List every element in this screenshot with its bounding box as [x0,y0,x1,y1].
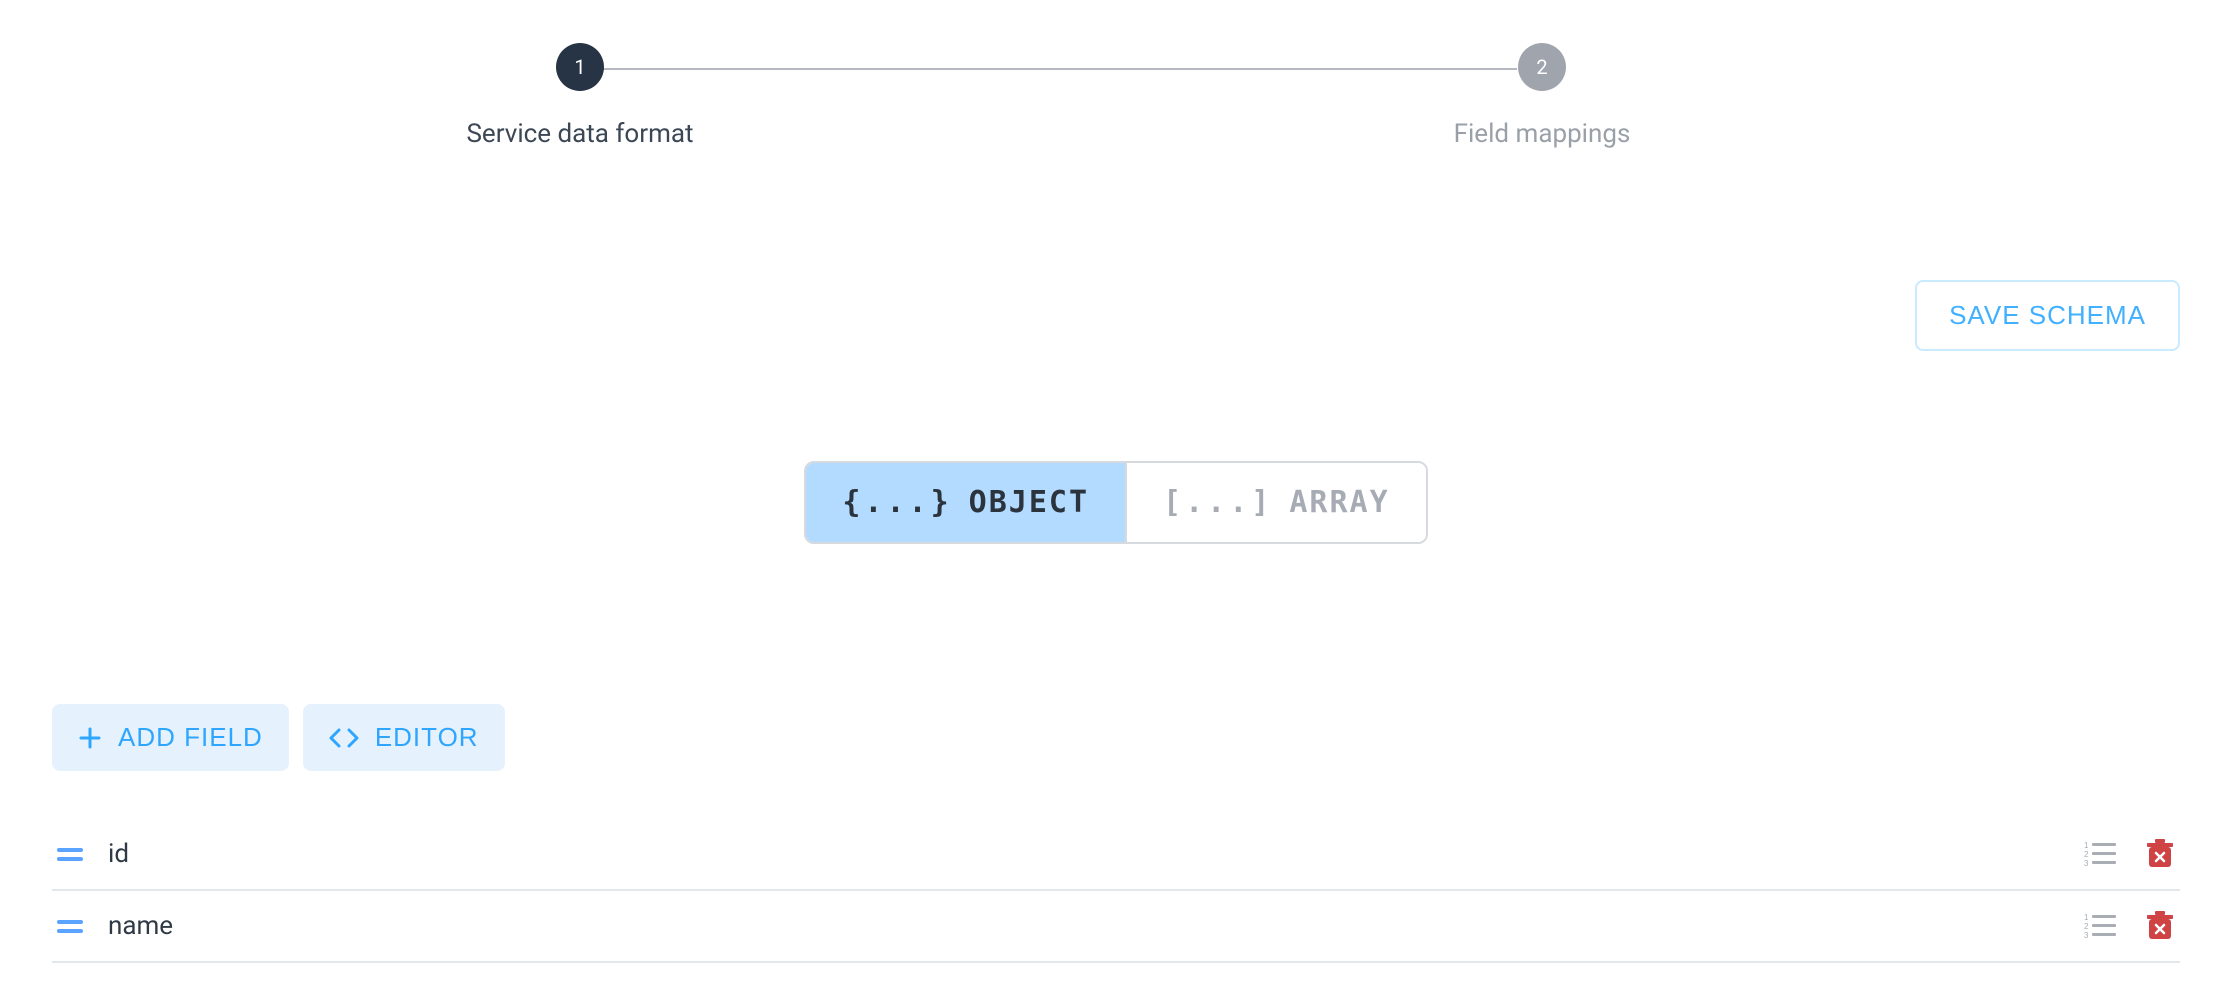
list-icon[interactable]: 1 2 3 [2084,912,2118,940]
delete-icon[interactable] [2146,839,2174,869]
code-icon [329,726,359,750]
step-2[interactable]: 2 Field mappings [1352,43,1732,149]
svg-text:3: 3 [2084,859,2089,868]
drag-handle-icon[interactable] [56,920,84,933]
field-list: id 1 2 3 [0,819,2232,963]
type-toggle-group: {...} OBJECT [...] ARRAY [804,461,1427,544]
braces-icon: {...} [842,485,952,520]
svg-text:1: 1 [2084,841,2089,850]
list-icon[interactable]: 1 2 3 [2084,840,2118,868]
step-1-circle: 1 [556,43,604,91]
svg-text:1: 1 [2084,913,2089,922]
svg-text:3: 3 [2084,931,2089,940]
step-1[interactable]: 1 Service data format [390,43,770,149]
field-name[interactable]: id [108,839,2084,869]
brackets-icon: [...] [1163,485,1273,520]
step-2-label: Field mappings [1454,119,1631,149]
field-name[interactable]: name [108,911,2084,941]
save-schema-button[interactable]: SAVE SCHEMA [1915,280,2180,351]
field-row: id 1 2 3 [52,819,2180,891]
type-toggle-array-label: ARRAY [1289,485,1389,520]
add-field-button[interactable]: ADD FIELD [52,704,289,771]
step-1-label: Service data format [466,119,693,149]
editor-button[interactable]: EDITOR [303,704,505,771]
svg-text:2: 2 [2084,850,2089,859]
plus-icon [78,726,102,750]
editor-label: EDITOR [375,722,479,753]
stepper: 1 Service data format 2 Field mappings [0,0,2232,200]
step-2-circle: 2 [1518,43,1566,91]
drag-handle-icon[interactable] [56,848,84,861]
field-row: name 1 2 3 [52,891,2180,963]
delete-icon[interactable] [2146,911,2174,941]
type-toggle-object[interactable]: {...} OBJECT [806,463,1125,542]
type-toggle-array[interactable]: [...] ARRAY [1125,463,1426,542]
type-toggle-object-label: OBJECT [969,485,1089,520]
add-field-label: ADD FIELD [118,722,263,753]
svg-text:2: 2 [2084,922,2089,931]
